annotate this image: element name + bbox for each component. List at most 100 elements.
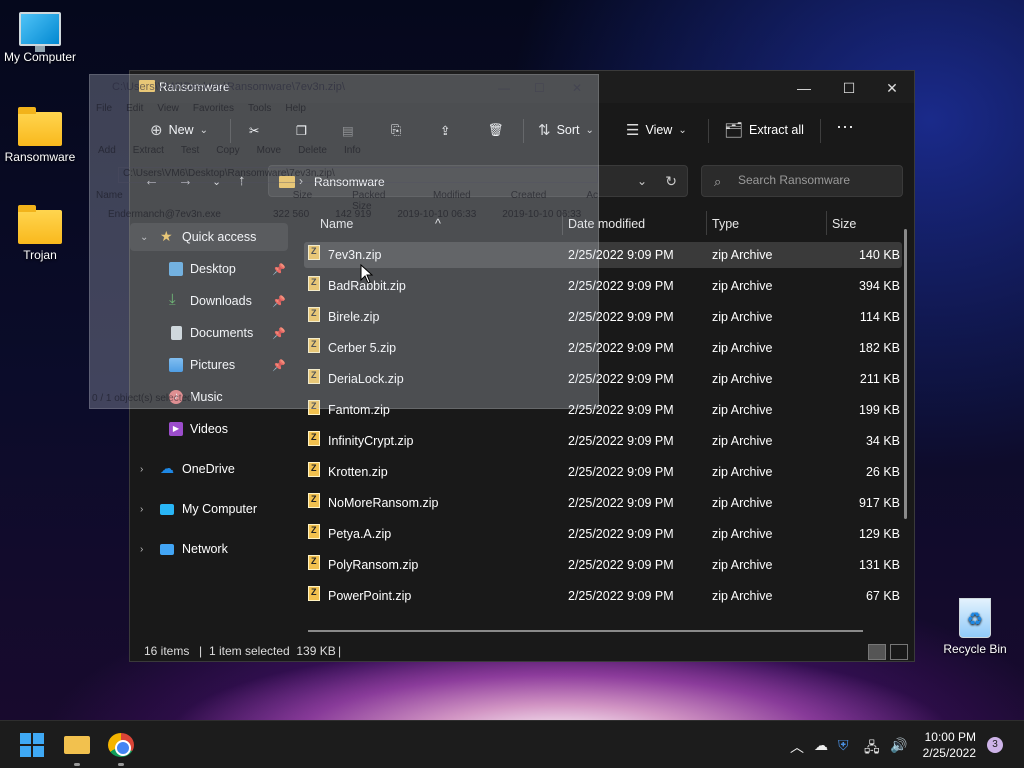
search-box[interactable]: ⌕ <box>701 165 903 197</box>
vertical-scrollbar[interactable] <box>904 229 907 519</box>
extract-all-label: Extract all <box>749 123 804 137</box>
file-explorer-taskbar-icon[interactable] <box>64 736 90 754</box>
column-header-type[interactable]: Type <box>712 217 739 231</box>
sidebar-item-network[interactable]: › Network <box>130 535 288 563</box>
menu-item[interactable]: File <box>96 103 112 114</box>
file-size: 131 KB <box>858 558 900 572</box>
ghost-cell: 2019-10-10 06:33 <box>502 209 582 220</box>
tool-test[interactable]: Test <box>181 145 199 156</box>
sidebar-item-label: My Computer <box>182 502 258 516</box>
minimize-button[interactable]: — <box>498 81 510 95</box>
view-list-icon: ☰ <box>626 122 640 139</box>
sidebar-item-my-computer[interactable]: › My Computer <box>130 495 288 523</box>
column-divider[interactable] <box>706 211 707 235</box>
extract-all-button[interactable]: 🗂 Extract all <box>724 119 804 141</box>
file-size: 182 KB <box>858 341 900 355</box>
windows-logo-icon <box>20 733 31 744</box>
videos-icon: ▶ <box>169 422 183 436</box>
show-hidden-icons-icon[interactable]: ︿ <box>790 737 804 757</box>
menu-item[interactable]: View <box>157 103 179 114</box>
volume-icon[interactable]: 🔊 <box>890 737 907 754</box>
ghost-column-header[interactable]: Ac <box>586 190 598 212</box>
column-divider[interactable] <box>826 211 827 235</box>
file-row[interactable]: InfinityCrypt.zip 2/25/2022 9:09 PM zip Ar… <box>304 428 902 454</box>
expand-chevron-icon[interactable]: › <box>140 544 143 555</box>
running-indicator <box>118 763 124 766</box>
maximize-button[interactable]: ☐ <box>827 75 871 101</box>
ghost-list-item[interactable]: Endermanch@7ev3n.exe 322 560 142 919 201… <box>108 209 581 220</box>
ghost-cell: Endermanch@7ev3n.exe <box>108 209 221 220</box>
computer-icon <box>19 12 61 52</box>
ghost-cell: 142 919 <box>335 209 372 220</box>
status-divider: | <box>199 644 203 658</box>
ghost-path-field[interactable]: C:\Users\VM6\Desktop\Ransomware\7ev3n.zi… <box>118 167 598 183</box>
sidebar-item-videos[interactable]: ▶ Videos <box>130 415 288 443</box>
file-date-modified: 2/25/2022 9:09 PM <box>568 527 674 541</box>
expand-chevron-icon[interactable]: › <box>140 504 143 515</box>
expand-chevron-icon[interactable]: › <box>140 464 143 475</box>
close-button[interactable]: ✕ <box>572 81 582 95</box>
tool-add[interactable]: Add <box>98 145 116 156</box>
file-name: PolyRansom.zip <box>328 558 419 572</box>
column-header-size[interactable]: Size <box>832 217 856 231</box>
running-indicator <box>74 763 80 766</box>
file-type: zip Archive <box>712 496 773 510</box>
refresh-icon[interactable]: ↻ <box>665 173 677 190</box>
file-size: 140 KB <box>858 248 900 262</box>
details-view-button[interactable] <box>868 644 886 660</box>
notification-badge[interactable]: 3 <box>987 737 1003 753</box>
desktop-icon-recycle-bin[interactable]: ♻ Recycle Bin <box>935 598 1015 656</box>
divider <box>820 119 821 143</box>
ghost-menu-bar: File Edit View Favorites Tools Help <box>96 103 306 114</box>
file-size: 129 KB <box>858 527 900 541</box>
file-name: NoMoreRansom.zip <box>328 496 439 510</box>
view-button[interactable]: ☰ View ⌄ <box>626 119 687 141</box>
maximize-button[interactable]: ☐ <box>534 81 545 95</box>
cloud-icon: ☁ <box>160 460 174 476</box>
recycle-bin-icon: ♻ <box>959 598 991 638</box>
close-button[interactable]: ✕ <box>870 75 914 101</box>
sidebar-item-onedrive[interactable]: › ☁ OneDrive <box>130 455 288 483</box>
chevron-down-icon[interactable]: ⌄ <box>637 174 647 188</box>
minimize-button[interactable]: — <box>782 75 826 101</box>
clock-time: 10:00 PM <box>924 730 976 744</box>
tool-delete[interactable]: Delete <box>298 145 327 156</box>
menu-item[interactable]: Tools <box>248 103 271 114</box>
file-size: 34 KB <box>865 434 900 448</box>
zip-archive-icon <box>308 462 320 477</box>
onedrive-tray-icon[interactable]: ☁ <box>814 737 828 754</box>
tool-copy[interactable]: Copy <box>216 145 239 156</box>
file-size: 26 KB <box>865 465 900 479</box>
clock[interactable]: 10:00 PM 2/25/2022 <box>920 729 976 761</box>
menu-item[interactable]: Favorites <box>193 103 234 114</box>
security-shield-icon[interactable]: ⛨ <box>838 737 849 754</box>
sidebar-item-label: Videos <box>190 422 228 436</box>
file-row[interactable]: Krotten.zip 2/25/2022 9:09 PM zip Archive 2… <box>304 459 902 485</box>
desktop-icon-my-computer[interactable]: My Computer <box>0 12 80 64</box>
more-options-icon[interactable]: ··· <box>836 115 854 137</box>
menu-item[interactable]: Help <box>285 103 306 114</box>
archive-manager-window[interactable]: C:\Users\VM6\Desktop\Ransomware\7ev3n.zi… <box>89 74 599 409</box>
large-icons-view-button[interactable] <box>890 644 908 660</box>
network-icon[interactable]: 🖧 <box>864 737 880 761</box>
tool-extract[interactable]: Extract <box>133 145 164 156</box>
chrome-taskbar-icon[interactable] <box>108 733 134 757</box>
desktop-icon-ransomware[interactable]: Ransomware <box>0 107 80 164</box>
item-count: 16 items <box>144 644 190 658</box>
horizontal-scrollbar[interactable] <box>308 630 863 632</box>
computer-icon <box>160 503 174 515</box>
tool-info[interactable]: Info <box>344 145 361 156</box>
search-input[interactable] <box>738 173 888 187</box>
desktop-icon-trojan[interactable]: Trojan <box>0 205 80 262</box>
file-row[interactable]: Petya.A.zip 2/25/2022 9:09 PM zip Archive 1… <box>304 521 902 547</box>
tool-move[interactable]: Move <box>257 145 281 156</box>
extract-icon: 🗂 <box>724 122 744 139</box>
file-type: zip Archive <box>712 341 773 355</box>
start-button[interactable] <box>20 733 46 757</box>
menu-item[interactable]: Edit <box>126 103 143 114</box>
file-row[interactable]: PolyRansom.zip 2/25/2022 9:09 PM zip Archi… <box>304 552 902 578</box>
desktop-icon-label: My Computer <box>3 50 77 64</box>
file-row[interactable]: PowerPoint.zip 2/25/2022 9:09 PM zip Archi… <box>304 583 902 609</box>
file-size: 199 KB <box>858 403 900 417</box>
file-row[interactable]: NoMoreRansom.zip 2/25/2022 9:09 PM zip Arc… <box>304 490 902 516</box>
